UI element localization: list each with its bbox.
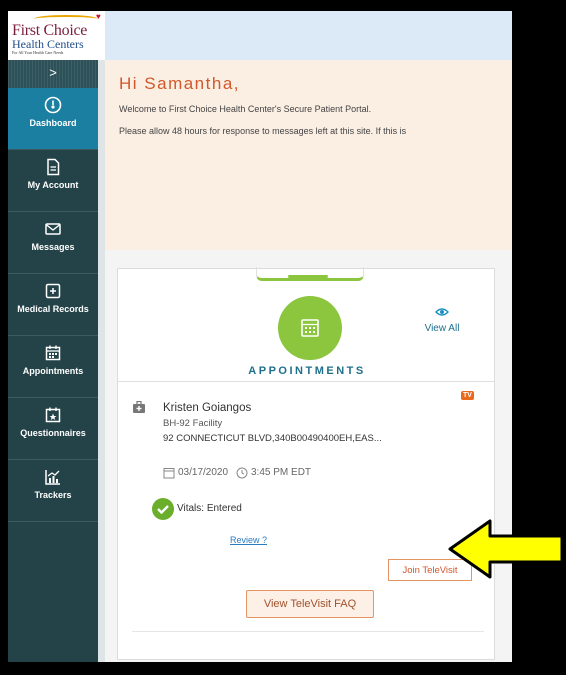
- televisit-badge: TV: [461, 391, 474, 400]
- sidebar-item-label: Appointments: [22, 366, 84, 376]
- sidebar-item-medical-records[interactable]: Medical Records: [8, 274, 98, 336]
- sidebar-item-label: My Account: [27, 180, 79, 190]
- document-icon: [47, 158, 60, 176]
- card-drag-handle: [288, 275, 328, 278]
- view-all-link[interactable]: View All: [412, 307, 472, 334]
- sidebar-item-label: Questionnaires: [20, 428, 86, 438]
- card-divider: [118, 381, 494, 382]
- logo-subtitle: Health Centers: [12, 37, 84, 51]
- vitals-status: Vitals: Entered: [177, 503, 242, 514]
- chart-icon: [45, 470, 60, 485]
- view-all-label: View All: [424, 323, 460, 334]
- sidebar-item-dashboard[interactable]: Dashboard: [8, 88, 98, 150]
- appointments-widget-icon[interactable]: [278, 296, 342, 360]
- sidebar-item-questionnaires[interactable]: Questionnaires: [8, 398, 98, 460]
- view-televisit-faq-button[interactable]: View TeleVisit FAQ: [246, 590, 374, 618]
- star-calendar-icon: [45, 407, 61, 423]
- checkmark-glyph: [157, 505, 169, 515]
- sidebar-item-label: Dashboard: [29, 118, 77, 128]
- welcome-text: Welcome to First Choice Health Center's …: [119, 104, 372, 114]
- card-footer-divider: [132, 631, 484, 632]
- dashboard-icon: [44, 96, 62, 114]
- header-bar: [105, 11, 512, 60]
- logo[interactable]: ♥ First Choice Health Centers For All Yo…: [8, 11, 105, 60]
- welcome-banner: Hi Samantha, Welcome to First Choice Hea…: [105, 60, 512, 250]
- medical-record-icon: [45, 283, 61, 299]
- review-link[interactable]: Review ?: [230, 535, 267, 545]
- eye-icon: [435, 308, 449, 316]
- appointment-time: 3:45 PM EDT: [251, 467, 312, 478]
- medical-bag-icon: [133, 401, 145, 413]
- sidebar-item-label: Messages: [31, 242, 75, 252]
- sidebar-item-label: Medical Records: [17, 304, 89, 314]
- greeting-heading: Hi Samantha,: [119, 74, 240, 93]
- sidebar-edge: [98, 60, 105, 662]
- logo-heart-icon: ♥: [96, 12, 101, 21]
- sidebar-item-trackers[interactable]: Trackers: [8, 460, 98, 522]
- sidebar-toggle-button[interactable]: >: [8, 60, 98, 88]
- facility-name: BH-92 Facility: [163, 418, 223, 429]
- card-tab: [256, 267, 364, 281]
- annotation-arrow-icon: [448, 519, 564, 579]
- sidebar-item-appointments[interactable]: Appointments: [8, 336, 98, 398]
- sidebar-item-messages[interactable]: Messages: [8, 212, 98, 274]
- screenshot-frame: ♥ First Choice Health Centers For All Yo…: [0, 0, 566, 675]
- logo-tagline: For All Your Health Care Needs: [12, 50, 64, 55]
- check-icon: [152, 498, 174, 520]
- clock-icon: [236, 467, 248, 479]
- response-notice-text: Please allow 48 hours for response to me…: [119, 126, 407, 136]
- sidebar-item-my-account[interactable]: My Account: [8, 150, 98, 212]
- calendar-icon: [163, 468, 175, 479]
- appointment-date: 03/17/2020: [178, 467, 229, 478]
- provider-name: Kristen Goiangos: [163, 402, 252, 414]
- envelope-icon: [45, 223, 61, 235]
- appointments-title: APPOINTMENTS: [248, 365, 366, 377]
- appointments-card: APPOINTMENTS View All TV Kristen Goiango…: [117, 267, 495, 660]
- portal-window: ♥ First Choice Health Centers For All Yo…: [8, 11, 512, 662]
- logo-swoosh: [34, 15, 98, 23]
- calendar-icon: [301, 319, 319, 337]
- logo-title: First Choice: [12, 22, 88, 39]
- sidebar-item-label: Trackers: [34, 490, 72, 500]
- calendar-icon: [45, 345, 61, 361]
- facility-address: 92 CONNECTICUT BLVD,340B00490400EH,EAS..…: [163, 433, 382, 444]
